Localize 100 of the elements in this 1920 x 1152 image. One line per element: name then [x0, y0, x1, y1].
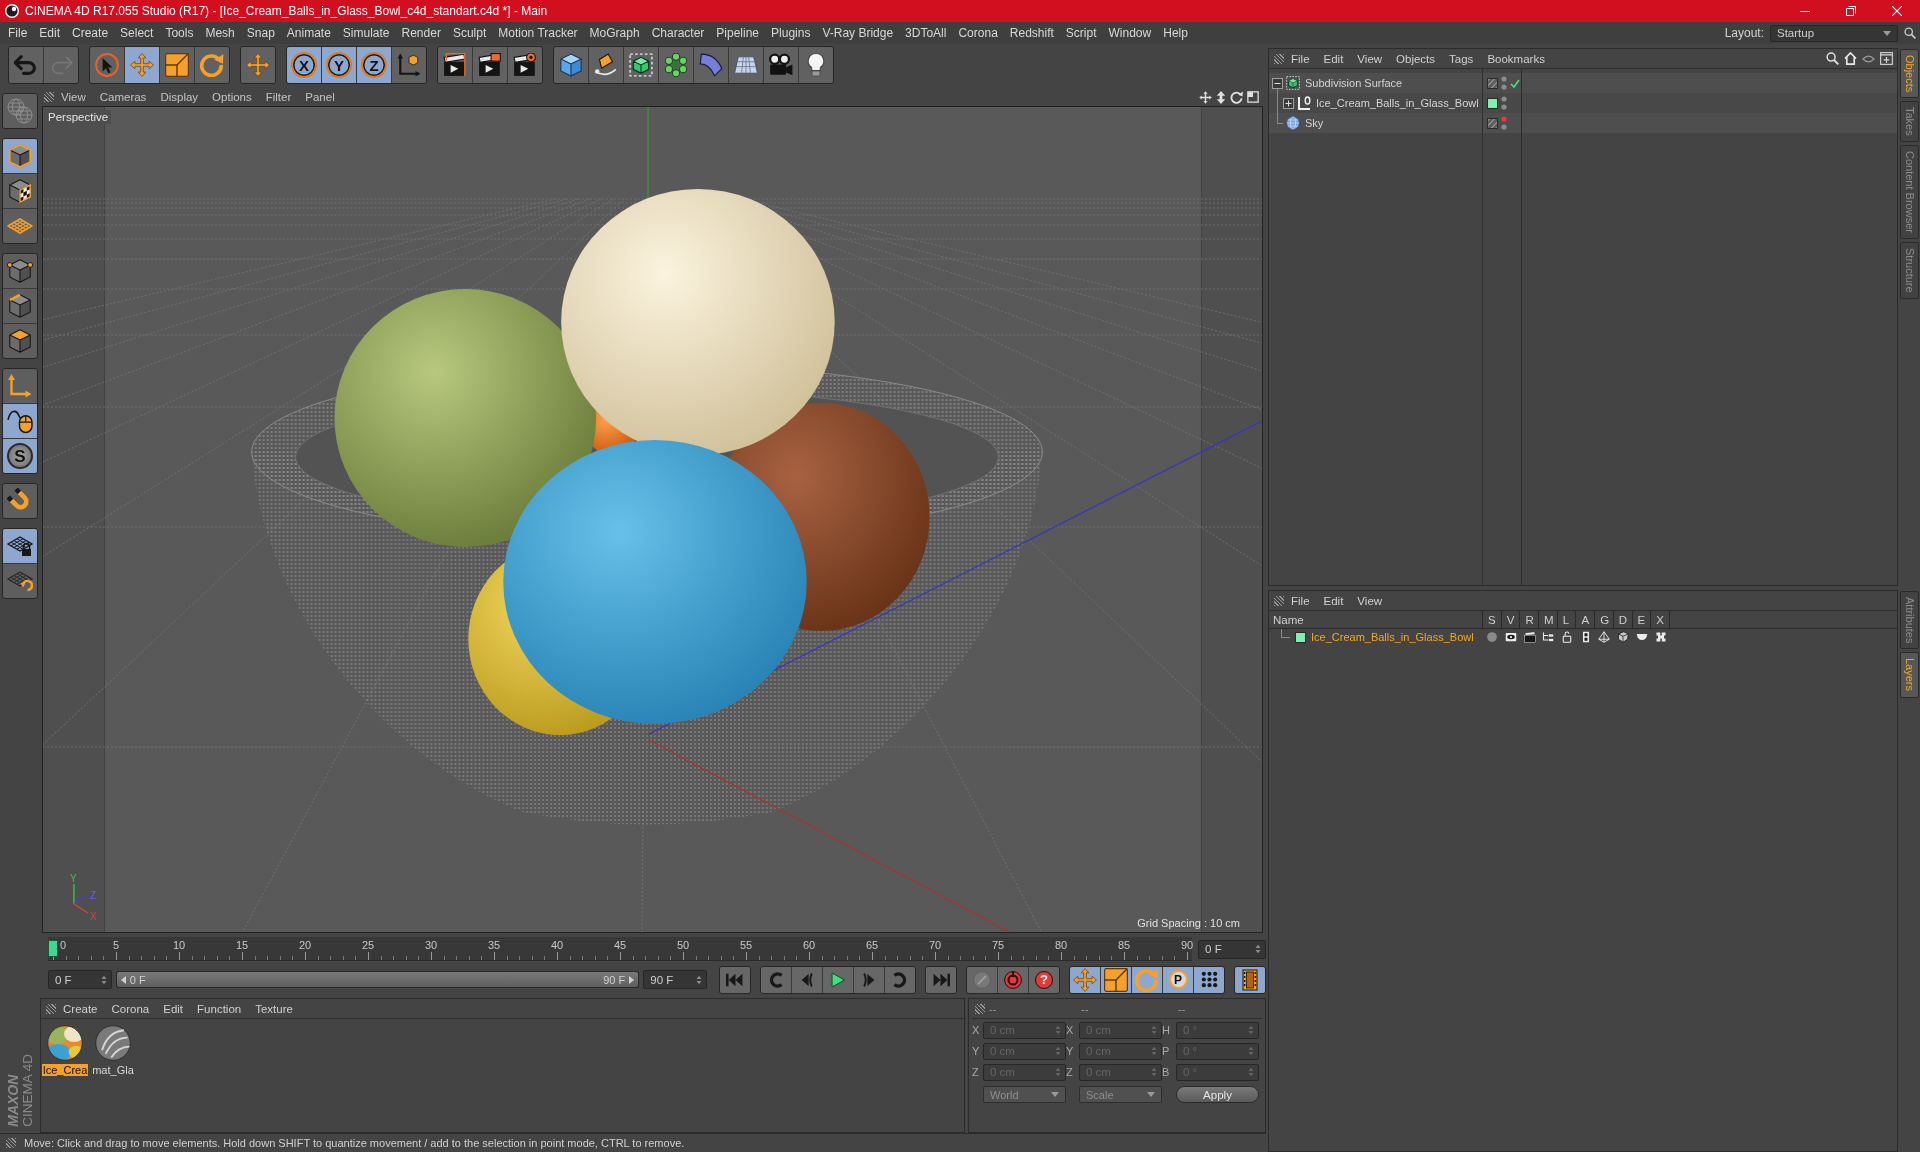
- layer-color-swatch[interactable]: [1487, 97, 1498, 109]
- grip-icon[interactable]: [1274, 595, 1284, 606]
- camera-label[interactable]: Perspective: [45, 110, 112, 124]
- column-header[interactable]: G: [1595, 611, 1614, 629]
- grip-icon[interactable]: [6, 1138, 16, 1148]
- layout-dropdown[interactable]: Startup: [1770, 24, 1898, 42]
- render-settings-button[interactable]: [508, 47, 542, 83]
- object-row[interactable]: Subdivision Surface: [1269, 73, 1897, 93]
- menu-item[interactable]: Motion Tracker: [492, 26, 584, 40]
- menu-item[interactable]: Edit: [1316, 594, 1351, 607]
- start-frame-field[interactable]: 0 F: [48, 970, 112, 989]
- transform-button[interactable]: [241, 47, 275, 83]
- rotate-icon[interactable]: [1230, 90, 1243, 104]
- home-icon[interactable]: [1844, 52, 1857, 65]
- axis-button[interactable]: Y: [322, 47, 356, 83]
- search-icon[interactable]: [1904, 27, 1916, 39]
- empty-layer-icon[interactable]: [1487, 117, 1498, 129]
- up-down-arrows-icon[interactable]: [1216, 90, 1226, 104]
- cube-button[interactable]: [554, 47, 588, 83]
- menu-item[interactable]: Script: [1059, 26, 1103, 40]
- autokey-button[interactable]: [998, 966, 1028, 993]
- padlock-icon[interactable]: [1561, 631, 1574, 643]
- object-row[interactable]: Sky: [1269, 113, 1897, 133]
- cup-icon[interactable]: [1635, 631, 1648, 643]
- menu-item[interactable]: Select: [114, 26, 160, 40]
- lock-workplane-button[interactable]: [3, 529, 37, 563]
- menu-item[interactable]: Tools: [159, 26, 200, 40]
- menu-item[interactable]: Panel: [298, 91, 342, 103]
- menu-item[interactable]: Help: [1157, 26, 1194, 40]
- column-header[interactable]: M: [1539, 611, 1558, 629]
- menu-item[interactable]: Create: [66, 26, 115, 40]
- menu-item[interactable]: Texture: [248, 1002, 300, 1015]
- snap-button[interactable]: S: [3, 439, 37, 473]
- go-end-button[interactable]: [926, 966, 956, 993]
- edges-button[interactable]: [3, 289, 37, 323]
- collapse-icon[interactable]: [1272, 77, 1283, 89]
- deformer-button[interactable]: [694, 47, 728, 83]
- side-tab[interactable]: Layers: [1900, 652, 1919, 698]
- column-header[interactable]: S: [1483, 611, 1502, 629]
- menu-item[interactable]: View: [1350, 52, 1390, 65]
- keyframe-selection-button[interactable]: ?: [1029, 966, 1059, 993]
- column-header[interactable]: A: [1576, 611, 1596, 629]
- layer-color-swatch[interactable]: [1295, 631, 1306, 643]
- pyramid-icon[interactable]: [1598, 631, 1611, 643]
- pen-button[interactable]: [589, 47, 623, 83]
- column-header[interactable]: X: [1651, 611, 1670, 629]
- visibility-dots-icon[interactable]: [1501, 76, 1507, 90]
- column-header[interactable]: L: [1557, 611, 1577, 629]
- timeline-ruler[interactable]: 0 5 10 15 20 25 30 35 40 45 50 55 60 65 70 75 80 85 90: [48, 937, 1193, 961]
- column-header[interactable]: E: [1632, 611, 1652, 629]
- spin-arrows-icon[interactable]: [1255, 944, 1261, 954]
- texture-button[interactable]: [3, 174, 37, 208]
- visibility-dots-icon[interactable]: [1501, 96, 1507, 110]
- menu-item[interactable]: Pipeline: [710, 26, 766, 40]
- scale-button[interactable]: [160, 47, 194, 83]
- go-start-button[interactable]: [720, 966, 750, 993]
- menu-item[interactable]: Create: [56, 1002, 105, 1015]
- spin-arrows-icon[interactable]: [100, 974, 107, 985]
- menu-item[interactable]: Simulate: [336, 26, 396, 40]
- menu-item[interactable]: Corona: [104, 1002, 157, 1015]
- undo-button[interactable]: [9, 47, 43, 83]
- menu-item[interactable]: Options: [205, 91, 259, 103]
- empty-layer-icon[interactable]: [1487, 77, 1498, 89]
- model-button[interactable]: [3, 139, 37, 173]
- search-icon[interactable]: [1826, 52, 1839, 65]
- grip-icon[interactable]: [1274, 53, 1284, 64]
- play-button[interactable]: [823, 966, 853, 993]
- planar-workplane-button[interactable]: [3, 564, 37, 598]
- menu-item[interactable]: Filter: [258, 91, 299, 103]
- menu-item[interactable]: File: [1284, 52, 1317, 65]
- end-frame-field[interactable]: 90 F: [643, 970, 707, 989]
- maximize-icon[interactable]: [1247, 90, 1259, 103]
- points-button[interactable]: [3, 254, 37, 288]
- menu-item[interactable]: V-Ray Bridge: [816, 26, 900, 40]
- menu-item[interactable]: Render: [395, 26, 447, 40]
- column-header[interactable]: V: [1501, 611, 1521, 629]
- layer-name[interactable]: Ice_Cream_Balls_in_Glass_Bowl: [1311, 631, 1474, 643]
- new-window-icon[interactable]: [1880, 52, 1893, 65]
- menu-item[interactable]: File: [1284, 594, 1317, 607]
- side-tab[interactable]: Objects: [1900, 49, 1919, 99]
- axis-button[interactable]: Z: [357, 47, 391, 83]
- menu-item[interactable]: View: [54, 91, 93, 103]
- deformed-cube-icon[interactable]: [1617, 631, 1630, 643]
- menu-item[interactable]: Bookmarks: [1480, 52, 1552, 65]
- frame-field[interactable]: 0 F: [1198, 939, 1266, 959]
- render-picture-button[interactable]: [473, 47, 507, 83]
- light-button[interactable]: [799, 47, 833, 83]
- menu-item[interactable]: Edit: [156, 1002, 191, 1015]
- subdivision-button[interactable]: [624, 47, 658, 83]
- menu-item[interactable]: Mesh: [199, 26, 241, 40]
- menu-item[interactable]: Edit: [33, 26, 67, 40]
- material-item[interactable]: Ice_Crea: [43, 1023, 87, 1076]
- clapperboard-icon[interactable]: [1523, 631, 1536, 643]
- menu-item[interactable]: Redshift: [1003, 26, 1060, 40]
- camera-button[interactable]: [764, 47, 798, 83]
- rotate-button[interactable]: [1132, 966, 1162, 993]
- column-header[interactable]: R: [1520, 611, 1540, 629]
- menu-item[interactable]: MoGraph: [583, 26, 646, 40]
- object-row[interactable]: Ice_Cream_Balls_in_Glass_Bowl: [1269, 93, 1897, 113]
- axis-button[interactable]: X: [287, 47, 321, 83]
